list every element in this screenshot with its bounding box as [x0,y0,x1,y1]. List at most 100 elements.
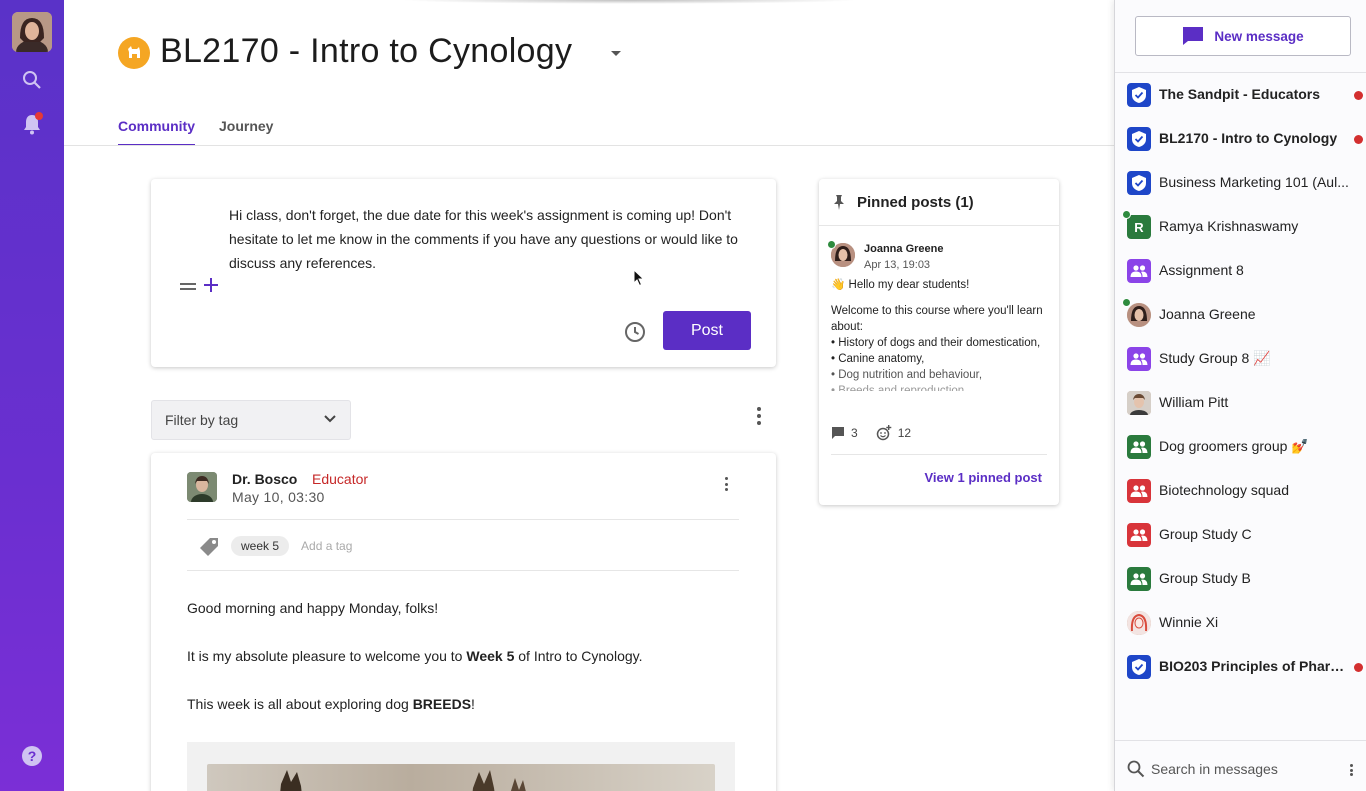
author-avatar[interactable] [187,472,217,502]
conversation-item[interactable]: Assignment 8 [1115,249,1366,293]
conversation-label: Dog groomers group 💅 [1159,438,1309,454]
pinned-intro: Welcome to this course where you'll lear… [831,305,1043,333]
initial-r-avatar: R [1127,215,1151,239]
conversation-item[interactable]: Group Study B [1115,557,1366,601]
notifications-bell-icon[interactable] [20,112,44,136]
conversation-item[interactable]: Group Study C [1115,513,1366,557]
post-paragraph: It is my absolute pleasure to welcome yo… [187,648,643,664]
pinned-stats: 3 12 [831,425,911,441]
messages-panel: New message The Sandpit - Educators BL21… [1114,0,1366,791]
add-reaction-icon[interactable] [876,425,892,441]
shield-icon [1127,127,1151,151]
feed-more-icon[interactable] [756,407,762,425]
shield-icon [1127,655,1151,679]
filter-by-tag-select[interactable]: Filter by tag [151,400,351,440]
post-composer: Hi class, don't forget, the due date for… [151,179,776,367]
conversation-label: Winnie Xi [1159,614,1219,630]
post-paragraph: Good morning and happy Monday, folks! [187,600,439,616]
post-image[interactable] [187,742,735,791]
conversation-label: Biotechnology squad [1159,482,1289,498]
composer-toolbar [179,277,219,298]
group-icon [1127,435,1151,459]
reaction-count: 12 [897,426,912,440]
conversation-item[interactable]: William Pitt [1115,381,1366,425]
post-paragraph: This week is all about exploring dog BRE… [187,696,475,712]
comment-count: 3 [851,426,858,440]
post-more-icon[interactable] [724,477,728,491]
new-message-label: New message [1214,28,1304,44]
divider [187,519,739,520]
unread-dot [1354,91,1363,100]
search-icon[interactable] [20,68,44,92]
course-tabs: Community Journey [118,118,273,146]
drag-handle-icon[interactable] [179,279,197,297]
left-rail: ? [0,0,64,791]
pinned-posts-card: Pinned posts (1) Joanna Greene Apr 13, 1… [819,179,1059,505]
new-message-button[interactable]: New message [1135,16,1351,56]
role-badge: Educator [312,471,369,487]
conversation-label: Assignment 8 [1159,262,1244,278]
tag-chip[interactable]: week 5 [231,536,290,556]
pinned-author[interactable]: Joanna Greene [864,243,943,255]
group-icon [1127,347,1151,371]
online-status-dot [827,240,836,249]
composer-input[interactable]: Hi class, don't forget, the due date for… [229,203,739,275]
pinned-bullet: • Breeds and reproduction, [831,385,968,391]
pinned-excerpt[interactable]: 👋 Hello my dear students! Welcome to thi… [831,277,1051,391]
schedule-clock-icon[interactable] [623,320,647,344]
conversation-item[interactable]: Winnie Xi [1115,601,1366,645]
conversation-item[interactable]: Business Marketing 101 (Aul... [1115,161,1366,205]
tag-row: week 5 Add a tag [197,534,352,558]
conversation-item[interactable]: R Ramya Krishnaswamy [1115,205,1366,249]
person-avatar [1127,391,1151,415]
pinned-header: Pinned posts (1) [819,179,1059,226]
pinned-bullet: • Dog nutrition and behaviour, [831,369,983,381]
conversation-item[interactable]: BIO203 Principles of Pharmacology [1115,645,1366,689]
conversation-item[interactable]: Study Group 8 📈 [1115,337,1366,381]
page-title[interactable]: BL2170 - Intro to Cynology [160,32,572,71]
comment-icon [832,427,844,439]
divider [1115,740,1366,741]
messages-more-icon[interactable] [1349,764,1353,776]
online-status-dot [1122,298,1131,307]
conversation-label: Business Marketing 101 (Aul... [1159,174,1349,190]
help-icon[interactable]: ? [20,744,44,768]
user-avatar[interactable] [12,12,52,52]
group-icon [1127,567,1151,591]
feed-post: Dr. Bosco Educator May 10, 03:30 week 5 … [151,453,776,791]
person-avatar [1127,303,1151,327]
tab-journey[interactable]: Journey [219,118,273,146]
tag-icon [200,538,218,556]
conversation-label: BL2170 - Intro to Cynology [1159,130,1338,146]
tab-community[interactable]: Community [118,118,195,146]
search-messages-input[interactable]: Search in messages [1115,748,1366,791]
conversation-item[interactable]: The Sandpit - Educators [1115,73,1366,117]
unread-dot [1354,663,1363,672]
pinned-bullet: • History of dogs and their domesticatio… [831,337,1041,349]
post-author[interactable]: Dr. Bosco [232,471,297,487]
pin-icon [834,195,844,210]
group-icon [1127,259,1151,283]
chevron-down-icon[interactable] [611,51,621,56]
popup-shadow [400,0,860,4]
conversation-item[interactable]: Dog groomers group 💅 [1115,425,1366,469]
chat-bubble-icon [1183,27,1204,45]
pinned-greeting: 👋 Hello my dear students! [831,279,970,291]
conversation-label: William Pitt [1159,394,1229,410]
add-icon[interactable] [203,277,219,298]
search-icon [1127,760,1145,778]
dogs-photo [207,764,715,791]
conversation-item[interactable]: BL2170 - Intro to Cynology [1115,117,1366,161]
divider [831,454,1047,455]
add-tag-input[interactable]: Add a tag [301,539,352,553]
post-button[interactable]: Post [663,311,751,350]
filter-placeholder: Filter by tag [165,412,239,428]
dog-icon [118,37,150,69]
conversation-label: Group Study B [1159,570,1251,586]
conversation-item[interactable]: Biotechnology squad [1115,469,1366,513]
conversation-item[interactable]: Joanna Greene [1115,293,1366,337]
shield-icon [1127,171,1151,195]
view-pinned-link[interactable]: View 1 pinned post [924,470,1042,485]
post-timestamp: May 10, 03:30 [232,489,325,505]
search-placeholder: Search in messages [1151,761,1278,777]
